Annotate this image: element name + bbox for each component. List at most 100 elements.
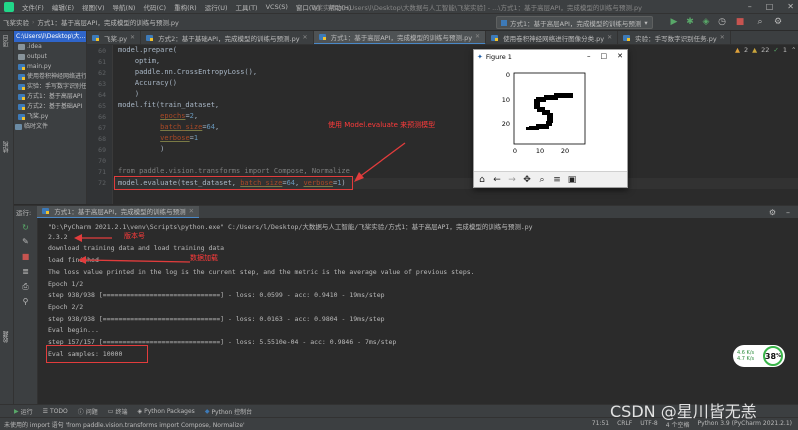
pan-icon[interactable]: ✥ — [521, 174, 533, 186]
zoom-icon[interactable]: ⌕ — [536, 174, 548, 186]
run-tab[interactable]: 方式1：基于高层API，完成模型的训练与预测 ✕ — [37, 205, 200, 219]
pycharm-logo-icon — [4, 1, 14, 12]
debug-icon[interactable]: ✱ — [684, 16, 696, 28]
tool-python-packages[interactable]: ◈ Python Packages — [137, 408, 194, 415]
menu-file[interactable]: 文件(F) — [18, 2, 48, 12]
pin-icon[interactable]: ⚲ — [20, 296, 31, 307]
packages-icon: ◈ — [137, 407, 143, 415]
figure-window[interactable]: ✦ Figure 1 – □ ✕ 0 10 20 0 10 20 ⌂ ← → ✥… — [473, 49, 628, 188]
menu-tools[interactable]: 工具(T) — [232, 2, 262, 12]
maximize-icon[interactable]: □ — [601, 52, 608, 60]
tool-label: 终端 — [115, 408, 128, 416]
tab-method2[interactable]: 方式2：基于基础API，完成模型的训练与预测.py ✕ — [141, 31, 314, 44]
close-icon[interactable]: ✕ — [787, 2, 794, 11]
profile-icon[interactable]: ◷ — [716, 16, 728, 28]
tree-item[interactable]: 实验：手写数字识别任 — [14, 82, 86, 92]
tree-item[interactable]: 方式1：基于高层API — [14, 92, 86, 102]
breadcrumb-file[interactable]: 方式1：基于高层API，完成模型的训练与预测.py — [34, 17, 181, 27]
tree-item[interactable]: output — [14, 52, 86, 62]
code-param: verbose — [160, 134, 190, 142]
code-line: verbose=1 — [160, 134, 199, 142]
run-icon[interactable]: ▶ — [668, 16, 680, 28]
close-tab-icon[interactable]: ✕ — [130, 34, 135, 41]
rerun-icon[interactable]: ↻ — [20, 222, 31, 233]
annotation-version: 版本号 — [124, 232, 145, 240]
tab-mnist[interactable]: 实验：手写数字识别任务.py ✕ — [618, 31, 731, 44]
tab-feijiang[interactable]: 飞桨.py ✕ — [87, 31, 142, 44]
tree-item-label: 临时文件 — [24, 123, 49, 130]
figure-title: Figure 1 — [485, 52, 512, 61]
soft-wrap-icon[interactable]: ≣ — [20, 266, 31, 277]
settings-icon[interactable]: ⚙ — [769, 208, 776, 217]
network-speed-widget[interactable]: 4.6 K/s 4.7 K/s 38% — [733, 345, 785, 367]
menu-edit[interactable]: 编辑(E) — [48, 2, 78, 12]
tool-python-console[interactable]: ◆ Python 控制台 — [205, 407, 252, 416]
close-tab-icon[interactable]: ✕ — [720, 34, 725, 41]
download-speed: 4.7 K/s — [737, 356, 755, 362]
run-configuration-label: 方式1：基于高层API，完成模型的训练与预测 — [510, 19, 642, 28]
python-file-icon — [318, 33, 326, 40]
tab-cnn[interactable]: 使用卷积神经网络进行图像分类.py ✕ — [486, 31, 619, 44]
minimize-icon[interactable]: – — [587, 52, 591, 60]
wrench-icon[interactable]: ✎ — [20, 236, 31, 247]
code-text: ) — [143, 145, 165, 153]
tool-todo[interactable]: ☰ TODO — [43, 408, 68, 415]
settings-icon[interactable]: ⚙ — [772, 16, 784, 28]
figure-window-controls: – □ ✕ — [587, 52, 623, 60]
tool-terminal[interactable]: ▭ 终端 — [108, 407, 128, 416]
breadcrumb-project[interactable]: 飞桨实验 — [0, 17, 32, 27]
stop-icon[interactable]: ■ — [20, 251, 31, 262]
close-icon[interactable]: ✕ — [617, 52, 623, 60]
problems-icon: ⓘ — [77, 408, 84, 416]
close-tab-icon[interactable]: ✕ — [475, 33, 480, 40]
tree-item[interactable]: 临时文件 — [14, 122, 86, 132]
matplotlib-icon: ✦ — [477, 52, 483, 61]
tree-item[interactable]: 飞桨.py — [14, 112, 86, 122]
print-icon[interactable]: ⎙ — [20, 281, 31, 292]
minimize-icon[interactable]: – — [748, 2, 752, 11]
menu-code[interactable]: 代码(C) — [139, 2, 170, 12]
run-icon: ▶ — [14, 407, 19, 415]
project-root[interactable]: C:\Users\l\Desktop\大... — [14, 31, 86, 42]
search-icon[interactable]: ⌕ — [754, 16, 766, 28]
inspection-widget[interactable]: ▲2 ▲22 ✓1 ⌃ ⌄ — [735, 46, 798, 54]
tree-item[interactable]: main.py — [14, 62, 86, 72]
hide-icon[interactable]: – — [786, 208, 790, 217]
menu-run[interactable]: 运行(U) — [201, 2, 232, 12]
typo-count: 1 — [782, 46, 788, 54]
chevron-up-icon[interactable]: ⌃ — [791, 46, 796, 54]
line-number: 72 — [98, 179, 106, 187]
tree-item[interactable]: .idea — [14, 42, 86, 52]
annotation-data-loading: 数据加载 — [190, 254, 218, 262]
tab-method1[interactable]: 方式1：基于高层API，完成模型的训练与预测.py ✕ — [313, 31, 487, 44]
code-line: model.prepare( — [118, 46, 177, 54]
stop-icon[interactable]: ■ — [734, 16, 746, 28]
menu-view[interactable]: 视图(V) — [78, 2, 109, 12]
configure-subplots-icon[interactable]: ≡ — [551, 174, 563, 186]
tool-run[interactable]: ▶ 运行 — [14, 407, 33, 416]
tree-item[interactable]: 使用卷积神经网络进行 — [14, 72, 86, 82]
menu-refactor[interactable]: 重构(R) — [170, 2, 201, 12]
y-tick-label: 0 — [506, 71, 510, 79]
tree-item-label: 方式1：基于高层API — [27, 93, 83, 100]
save-icon[interactable]: ▣ — [566, 174, 578, 186]
structure-tool-button[interactable]: 结构 — [2, 141, 11, 153]
close-tab-icon[interactable]: ✕ — [189, 207, 194, 215]
tree-item[interactable]: 方式2：基于基础API — [14, 102, 86, 112]
favorites-tool-button[interactable]: 收藏 — [2, 331, 11, 343]
run-configuration-select[interactable]: 方式1：基于高层API，完成模型的训练与预测 ▾ — [496, 16, 653, 29]
home-icon[interactable]: ⌂ — [476, 174, 488, 186]
menu-vcs[interactable]: VCS(S) — [262, 3, 292, 11]
tool-problems[interactable]: ⓘ 问题 — [78, 407, 98, 416]
caret-position[interactable]: 71:51 — [592, 420, 609, 429]
close-tab-icon[interactable]: ✕ — [303, 34, 308, 41]
project-tool-button[interactable]: 项目 — [2, 35, 11, 47]
coverage-icon[interactable]: ◈ — [700, 16, 712, 28]
menu-navigate[interactable]: 导航(N) — [109, 2, 140, 12]
back-icon[interactable]: ← — [491, 174, 503, 186]
tool-label: Python 控制台 — [211, 408, 253, 416]
forward-icon[interactable]: → — [506, 174, 518, 186]
close-tab-icon[interactable]: ✕ — [607, 34, 612, 41]
line-number: 70 — [98, 157, 106, 165]
maximize-icon[interactable]: □ — [766, 2, 774, 11]
